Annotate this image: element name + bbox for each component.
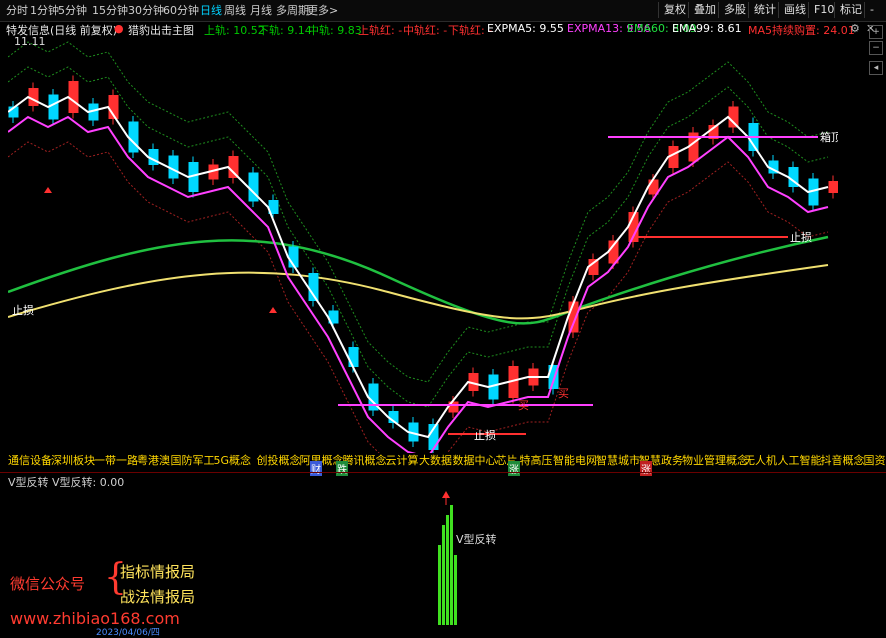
signal-bar [454,555,457,625]
period-tab-9[interactable]: 多周期 [276,3,309,18]
box-top-label: 箱顶 [820,130,838,144]
lower-band-line [8,142,828,453]
concept-15[interactable]: 智慧城市 [596,452,640,468]
period-tab-2[interactable]: 5分钟 [58,3,87,18]
stop-loss-label-left: 止损 [12,303,34,317]
concept-tag-2: 涨 [508,461,520,476]
concept-14[interactable]: 智能电网 [553,452,597,468]
concept-13[interactable]: 特高压 [520,452,553,468]
signal-label: V型反转 [456,532,497,546]
stock-title: 特发信息(日线 前复权) [6,22,117,38]
candle-body [69,82,78,113]
legend-item-6: EXPMA5: 9.55 [487,22,564,35]
candle-body [729,107,738,127]
dropdown-arrow-icon[interactable]: ● [114,22,124,35]
concept-2[interactable]: 一带一路 [94,452,138,468]
indicator-name[interactable]: 猎豹出击主图 [128,22,194,38]
concept-11[interactable]: 数据中心 [453,452,497,468]
legend-item-5: 下轨红: - [448,22,492,38]
concept-5[interactable]: 5G概念 [214,452,252,468]
toolbar-button-2[interactable]: 多股 [718,2,751,18]
concept-6[interactable]: 创投概念 [257,452,301,468]
legend-item-1: 下轨: 9.14 [258,22,312,38]
concept-17[interactable]: 物业管理概念 [682,452,748,468]
concept-21[interactable]: 国资云 [864,452,886,468]
indicator-legend: 特发信息(日线 前复权) ● 猎豹出击主图 上轨: 10.52下轨: 9.14中… [0,21,886,37]
period-tab-0[interactable]: 分时 [6,3,28,18]
toolbar-button-0[interactable]: 复权 [658,2,691,18]
date-cursor: 2023/04/06/四 [96,625,160,638]
concept-9[interactable]: 云计算 [386,452,419,468]
stop-loss-label-bottom: 止损 [474,428,496,442]
concept-10[interactable]: 大数据 [419,452,452,468]
toolbar-button-7[interactable]: - [864,2,879,18]
legend-item-2: 中轨: 9.83 [308,22,362,38]
buy-arrow-icon [44,187,52,193]
toolbar-button-1[interactable]: 叠加 [688,2,721,18]
candle-body [669,147,678,168]
main-candlestick-chart[interactable]: 11.11箱顶止损止损止损买买 [8,37,838,453]
concept-20[interactable]: 抖音概念 [821,452,865,468]
legend-item-0: 上轨: 10.52 [204,22,265,38]
period-tab-3[interactable]: 15分钟 [92,3,128,18]
concept-4[interactable]: 国防军工 [171,452,215,468]
period-tab-6[interactable]: 日线 [200,3,222,18]
candle-body [829,182,838,193]
signal-bar [442,525,445,625]
concept-18[interactable]: 无人机 [744,452,777,468]
ema60-line [8,237,828,323]
period-tab-8[interactable]: 月线 [250,3,272,18]
period-tab-10[interactable]: 更多> [307,3,338,18]
concept-0[interactable]: 通信设备 [8,452,52,468]
signal-arrow-icon [442,491,450,498]
period-tab-1[interactable]: 1分钟 [30,3,59,18]
signal-bar [446,515,449,625]
toolbar-button-4[interactable]: 画线 [778,2,811,18]
concept-1[interactable]: 深圳板块 [51,452,95,468]
legend-item-10: MA5持续购置: 24.01 [748,22,855,38]
candle-body [169,156,178,178]
buy-mark-1: 买 [518,399,529,412]
concept-tag-1: 跌 [336,461,348,476]
legend-item-9: EMA99: 8.61 [672,22,742,35]
right-scale: + − ◂ [865,25,886,470]
buy-arrow-icon [269,307,277,313]
zoom-out-icon[interactable]: − [869,41,883,55]
candle-body [29,89,38,106]
scroll-icon[interactable]: ◂ [869,61,883,75]
concept-tag-3: 涨 [640,461,652,476]
upper-band-line [8,42,828,382]
period-tab-4[interactable]: 30分钟 [128,3,164,18]
toolbar-button-6[interactable]: 标记 [834,2,867,18]
candle-body [129,122,138,152]
settings-gear-icon[interactable]: ⚙ [850,22,860,35]
concept-8[interactable]: 腾讯概念 [343,452,387,468]
period-tab-7[interactable]: 周线 [224,3,246,18]
candle-body [49,95,58,119]
concept-strip: 通信设备深圳板块一带一路粤港澳国防军工5G概念创投概念阿里概念腾讯概念云计算大数… [0,452,886,466]
toolbar-button-3[interactable]: 统计 [748,2,781,18]
watermark-line3: 战法情报局 [120,586,195,607]
pane-divider[interactable] [0,472,886,473]
buy-mark-2: 买 [558,387,569,400]
high-label: 11.11 [14,37,46,48]
signal-bar [450,505,453,625]
legend-item-4: 中轨红: - [403,22,447,38]
watermark-line2: 指标情报局 [120,561,195,582]
concept-3[interactable]: 粤港澳 [137,452,170,468]
concept-tag-0: 财 [310,461,322,476]
signal-bar [438,545,441,625]
period-tab-5[interactable]: 60分钟 [163,3,199,18]
legend-item-3: 上轨红: - [358,22,402,38]
zoom-in-icon[interactable]: + [869,25,883,39]
date-axis: 2023/04/06/四 [0,625,886,635]
wechat-label: 微信公众号 [10,573,85,594]
top-toolbar: 分时1分钟5分钟 15分钟30分钟60分钟日线周线月线多周期更多> 复权叠加多股统… [0,0,886,22]
stop-loss-label-right: 止损 [790,230,812,244]
concept-19[interactable]: 人工智能 [778,452,822,468]
